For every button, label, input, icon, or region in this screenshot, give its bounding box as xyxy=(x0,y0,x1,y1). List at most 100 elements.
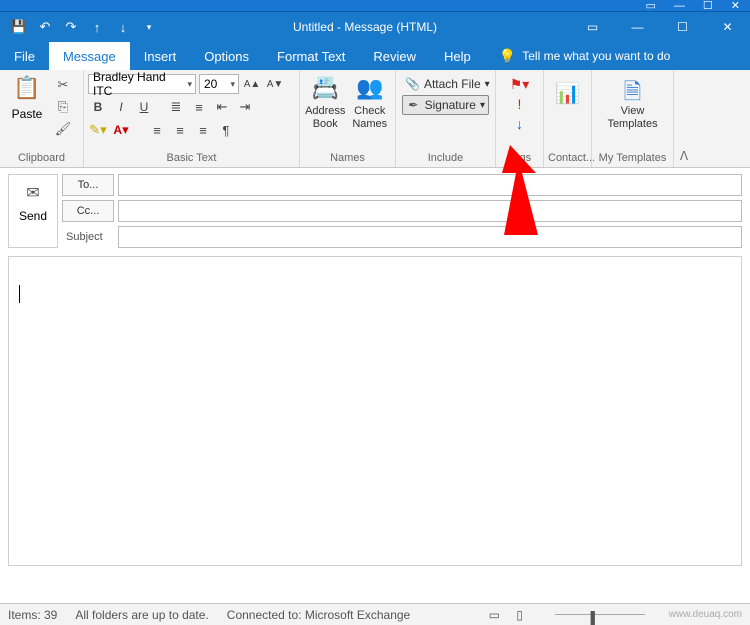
highlight-icon[interactable]: ✎▾ xyxy=(88,120,108,140)
group-names: 📇 Address Book 👥 Check Names Names xyxy=(300,70,396,167)
view-templates-button[interactable]: 🗎 View Templates xyxy=(610,73,656,131)
view-switcher[interactable]: ▭ ▯ xyxy=(483,608,530,622)
paperclip-icon: 📎 xyxy=(405,77,420,91)
font-size-select[interactable]: 20 xyxy=(199,74,239,94)
signature-button[interactable]: ✒ Signature ▾ xyxy=(402,95,489,115)
zoom-slider[interactable]: ▌ xyxy=(555,614,645,615)
contact-group-label: Contact... xyxy=(548,150,587,167)
minimize-button[interactable]: — xyxy=(615,12,660,42)
tell-me-search[interactable]: 💡 Tell me what you want to do xyxy=(485,42,671,70)
numbering-icon[interactable]: ≡ xyxy=(189,97,209,117)
undo-icon[interactable]: ↶ xyxy=(34,16,56,38)
chart-icon: 📊 xyxy=(555,81,580,111)
address-book-button[interactable]: 📇 Address Book xyxy=(304,73,347,131)
contact-button[interactable]: 📊 xyxy=(548,79,587,111)
subject-label: Subject xyxy=(62,231,114,243)
tell-me-label: Tell me what you want to do xyxy=(522,49,670,63)
group-basic-text: Bradley Hand ITC 20 A▲ A▼ B I U ≣ ≡ ⇤ ⇥ … xyxy=(84,70,300,167)
cut-icon[interactable]: ✂ xyxy=(52,75,74,95)
clear-format-icon[interactable]: ¶ xyxy=(216,120,236,140)
view-reading-icon[interactable]: ▯ xyxy=(509,608,531,622)
check-names-icon: 👥 xyxy=(356,75,383,105)
address-book-label: Address Book xyxy=(304,105,347,131)
font-family-select[interactable]: Bradley Hand ITC xyxy=(88,74,196,94)
check-names-button[interactable]: 👥 Check Names xyxy=(349,73,392,131)
title-bar: 💾 ↶ ↷ ↑ ↓ ▾ Untitled - Message (HTML) ▭ … xyxy=(0,12,750,42)
collapse-ribbon-button[interactable]: ᐱ xyxy=(674,70,694,167)
signature-label: Signature xyxy=(425,98,476,112)
italic-button[interactable]: I xyxy=(111,97,131,117)
tab-review[interactable]: Review xyxy=(359,42,430,70)
tab-format-text[interactable]: Format Text xyxy=(263,42,359,70)
maximize-button[interactable]: ☐ xyxy=(660,12,705,42)
tab-insert[interactable]: Insert xyxy=(130,42,191,70)
clipboard-icon: 📋 xyxy=(13,75,40,107)
save-icon[interactable]: 💾 xyxy=(8,16,30,38)
status-folders: All folders are up to date. xyxy=(75,608,208,622)
send-button[interactable]: ✉ Send xyxy=(8,174,58,248)
cc-input[interactable] xyxy=(118,200,742,222)
qat-up-icon[interactable]: ↑ xyxy=(86,16,108,38)
ribbon-display-icon[interactable]: ▭ xyxy=(570,12,615,42)
basic-text-group-label: Basic Text xyxy=(88,150,295,167)
low-importance-icon[interactable]: ↓ xyxy=(510,115,530,133)
tab-message[interactable]: Message xyxy=(49,42,130,70)
group-tags: ⚑▾ ! ↓ Tags xyxy=(496,70,544,167)
window-title: Untitled - Message (HTML) xyxy=(160,20,570,34)
attach-file-button[interactable]: 📎 Attach File ▾ xyxy=(402,75,489,93)
group-include: 📎 Attach File ▾ ✒ Signature ▾ Include xyxy=(396,70,496,167)
to-button[interactable]: To... xyxy=(62,174,114,196)
qat-down-icon[interactable]: ↓ xyxy=(112,16,134,38)
bold-button[interactable]: B xyxy=(88,97,108,117)
signature-icon: ✒ xyxy=(406,98,421,112)
cc-button[interactable]: Cc... xyxy=(62,200,114,222)
align-right-icon[interactable]: ≡ xyxy=(193,120,213,140)
tab-file[interactable]: File xyxy=(0,42,49,70)
high-importance-icon[interactable]: ! xyxy=(510,95,530,113)
bullets-icon[interactable]: ≣ xyxy=(166,97,186,117)
paste-label: Paste xyxy=(12,107,43,121)
status-connected: Connected to: Microsoft Exchange xyxy=(227,608,410,622)
to-input[interactable] xyxy=(118,174,742,196)
qat-dropdown-icon[interactable]: ▾ xyxy=(138,16,160,38)
format-painter-icon[interactable]: 🖌 xyxy=(52,119,74,139)
group-my-templates: 🗎 View Templates My Templates xyxy=(592,70,674,167)
chevron-down-icon: ▾ xyxy=(485,79,490,90)
watermark: www.deuaq.com xyxy=(669,609,742,620)
attach-file-label: Attach File xyxy=(424,77,481,91)
check-names-label: Check Names xyxy=(349,105,392,131)
clipboard-group-label: Clipboard xyxy=(4,150,79,167)
subject-input[interactable] xyxy=(118,226,742,248)
tags-group-label: Tags xyxy=(500,150,539,167)
text-cursor xyxy=(19,285,731,303)
close-button[interactable]: ✕ xyxy=(705,12,750,42)
envelope-icon: ✉ xyxy=(26,183,39,203)
copy-icon[interactable]: ⎘ xyxy=(52,97,74,117)
font-color-icon[interactable]: A▾ xyxy=(111,120,131,140)
shrink-font-icon[interactable]: A▼ xyxy=(265,74,285,94)
tab-help[interactable]: Help xyxy=(430,42,485,70)
ribbon-tabs: File Message Insert Options Format Text … xyxy=(0,42,750,70)
my-templates-group-label: My Templates xyxy=(596,150,669,167)
redo-icon[interactable]: ↷ xyxy=(60,16,82,38)
chevron-down-icon: ▾ xyxy=(480,100,485,111)
grow-font-icon[interactable]: A▲ xyxy=(242,74,262,94)
address-book-icon: 📇 xyxy=(312,75,339,105)
underline-button[interactable]: U xyxy=(134,97,154,117)
bg-minimize-icon: — xyxy=(674,0,685,12)
outdent-icon[interactable]: ⇤ xyxy=(212,97,232,117)
indent-icon[interactable]: ⇥ xyxy=(235,97,255,117)
paste-button[interactable]: 📋 Paste xyxy=(4,73,50,121)
align-left-icon[interactable]: ≡ xyxy=(147,120,167,140)
group-contact: 📊 Contact... xyxy=(544,70,592,167)
ribbon: 📋 Paste ✂ ⎘ 🖌 Clipboard Bradley Hand ITC… xyxy=(0,70,750,168)
send-label: Send xyxy=(19,209,47,223)
bg-close-icon: ✕ xyxy=(731,0,740,12)
tab-options[interactable]: Options xyxy=(190,42,263,70)
message-body[interactable] xyxy=(8,256,742,566)
view-normal-icon[interactable]: ▭ xyxy=(483,608,505,622)
follow-up-flag-icon[interactable]: ⚑▾ xyxy=(510,75,530,93)
compose-header: ✉ Send To... Cc... Subject xyxy=(0,168,750,248)
templates-icon: 🗎 xyxy=(624,75,642,105)
align-center-icon[interactable]: ≡ xyxy=(170,120,190,140)
